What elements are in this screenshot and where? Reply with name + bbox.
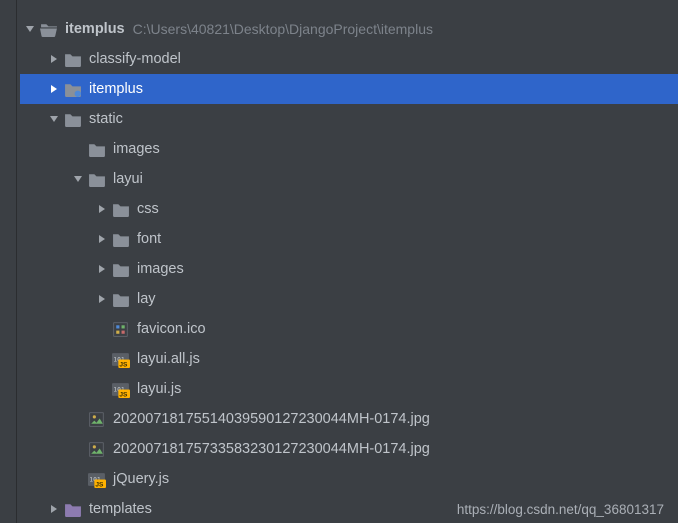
tree-label: templates <box>89 501 152 517</box>
tree-label: lay <box>137 291 156 307</box>
expand-toggle[interactable] <box>70 171 86 187</box>
js-file-icon <box>112 380 130 398</box>
tree-row[interactable]: font <box>20 224 678 254</box>
expand-toggle[interactable] <box>46 501 62 517</box>
expand-toggle <box>70 141 86 157</box>
tree-row[interactable]: lay <box>20 284 678 314</box>
templates-folder-icon <box>64 500 82 518</box>
folder-icon <box>112 200 130 218</box>
tree-label: font <box>137 231 161 247</box>
tree-label: favicon.ico <box>137 321 206 337</box>
expand-toggle <box>70 411 86 427</box>
tree-label: 20200718175733583230127230044MH-0174.jpg <box>113 441 430 457</box>
tree-row[interactable]: layui.all.js <box>20 344 678 374</box>
tree-row[interactable]: layui <box>20 164 678 194</box>
tree-row[interactable]: classify-model <box>20 44 678 74</box>
project-tree[interactable]: itemplus C:\Users\40821\Desktop\DjangoPr… <box>20 0 678 523</box>
tree-label: images <box>137 261 184 277</box>
tree-row-root[interactable]: itemplus C:\Users\40821\Desktop\DjangoPr… <box>20 14 678 44</box>
expand-toggle[interactable] <box>94 201 110 217</box>
tree-path-hint: C:\Users\40821\Desktop\DjangoProject\ite… <box>133 21 433 37</box>
expand-toggle <box>70 441 86 457</box>
expand-toggle[interactable] <box>46 81 62 97</box>
tree-row[interactable]: jQuery.js <box>20 464 678 494</box>
tree-row[interactable]: static <box>20 104 678 134</box>
folder-icon <box>64 50 82 68</box>
folder-icon <box>112 230 130 248</box>
tree-label: itemplus <box>89 81 143 97</box>
tree-row[interactable]: 20200718175733583230127230044MH-0174.jpg <box>20 434 678 464</box>
folder-icon <box>88 140 106 158</box>
tree-label: jQuery.js <box>113 471 169 487</box>
tree-row[interactable]: layui.js <box>20 374 678 404</box>
folder-icon <box>112 260 130 278</box>
project-tree-panel: itemplus C:\Users\40821\Desktop\DjangoPr… <box>0 0 678 523</box>
folder-icon <box>112 290 130 308</box>
image-file-icon <box>88 410 106 428</box>
tree-row[interactable]: css <box>20 194 678 224</box>
folder-icon <box>88 170 106 188</box>
js-file-icon <box>112 350 130 368</box>
expand-toggle <box>70 471 86 487</box>
panel-gutter <box>0 0 17 523</box>
expand-toggle[interactable] <box>94 291 110 307</box>
image-file-icon <box>112 320 130 338</box>
tree-row-selected[interactable]: itemplus <box>20 74 678 104</box>
tree-row[interactable]: favicon.ico <box>20 314 678 344</box>
tree-row[interactable]: images <box>20 134 678 164</box>
expand-toggle <box>94 381 110 397</box>
expand-toggle <box>94 351 110 367</box>
tree-label: layui.js <box>137 381 181 397</box>
tree-row[interactable]: 20200718175514039590127230044MH-0174.jpg <box>20 404 678 434</box>
tree-row[interactable]: images <box>20 254 678 284</box>
expand-toggle[interactable] <box>94 261 110 277</box>
expand-toggle[interactable] <box>46 51 62 67</box>
tree-label: itemplus <box>65 21 125 37</box>
tree-label: 20200718175514039590127230044MH-0174.jpg <box>113 411 430 427</box>
expand-toggle <box>94 321 110 337</box>
image-file-icon <box>88 440 106 458</box>
watermark-text: https://blog.csdn.net/qq_36801317 <box>457 502 664 517</box>
expand-toggle[interactable] <box>94 231 110 247</box>
folder-special-icon <box>64 80 82 98</box>
tree-label: static <box>89 111 123 127</box>
tree-label: classify-model <box>89 51 181 67</box>
tree-label: layui <box>113 171 143 187</box>
expand-toggle[interactable] <box>46 111 62 127</box>
folder-icon <box>64 110 82 128</box>
tree-label: css <box>137 201 159 217</box>
tree-label: layui.all.js <box>137 351 200 367</box>
expand-toggle[interactable] <box>22 21 38 37</box>
folder-open-icon <box>40 20 58 38</box>
tree-label: images <box>113 141 160 157</box>
js-file-icon <box>88 470 106 488</box>
